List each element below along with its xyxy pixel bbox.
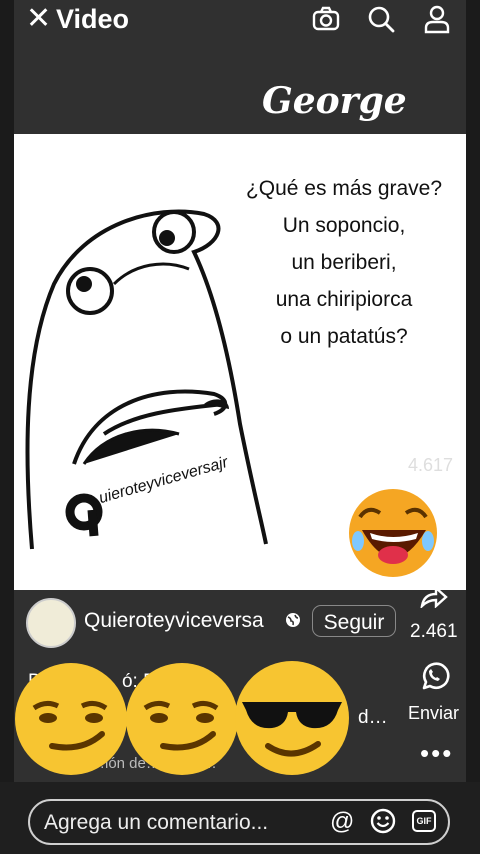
mention-icon[interactable]: @ — [330, 808, 354, 836]
more-options-icon[interactable]: ••• — [420, 738, 453, 769]
emoji-icon[interactable] — [370, 808, 396, 834]
overlay-name: George — [262, 80, 407, 122]
camera-icon[interactable] — [311, 4, 341, 34]
laughing-emoji-icon — [349, 489, 437, 577]
smirk-emoji-icon — [126, 663, 238, 775]
whatsapp-icon[interactable] — [418, 660, 450, 692]
account-name[interactable]: Quieroteyviceversa — [84, 609, 264, 633]
share-count: 2.461 — [410, 621, 458, 642]
avatar[interactable] — [26, 598, 76, 648]
gif-icon[interactable]: GIF — [412, 810, 436, 832]
meme-question: ¿Qué es más grave? Un soponcio, un berib… — [245, 177, 443, 348]
follow-button[interactable]: Seguir — [312, 605, 396, 637]
top-bar: ✕ Video — [0, 0, 480, 40]
share-icon[interactable] — [418, 586, 448, 608]
like-count: 4.617 — [408, 455, 454, 475]
close-icon[interactable]: ✕ — [26, 4, 51, 34]
comment-placeholder[interactable]: Agrega un comentario... — [44, 811, 268, 835]
page-title: Video — [56, 4, 130, 34]
send-label[interactable]: Enviar — [408, 703, 459, 724]
smirk-emoji-icon — [15, 663, 127, 775]
search-icon[interactable] — [366, 4, 396, 34]
sunglasses-emoji-icon — [235, 661, 349, 775]
profile-icon[interactable] — [422, 4, 452, 34]
globe-icon — [286, 613, 300, 627]
